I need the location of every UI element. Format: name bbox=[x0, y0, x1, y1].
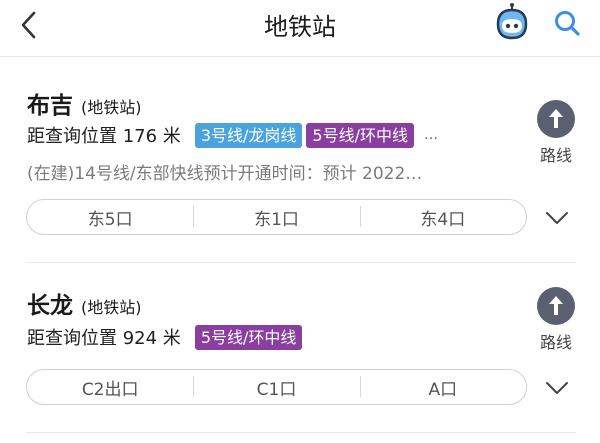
station-card[interactable]: 长龙 (地铁站) 距查询位置 924 米 5号线/环中线 C2出口 C1口 A口 … bbox=[0, 286, 600, 426]
exit-item[interactable]: C2出口 bbox=[27, 375, 193, 400]
assistant-button[interactable] bbox=[492, 2, 532, 42]
station-name-row: 长龙 (地铁站) bbox=[27, 286, 142, 320]
distance-row: 距查询位置 924 米 5号线/环中线 bbox=[27, 324, 303, 350]
chevron-down-icon bbox=[546, 382, 568, 394]
distance-text: 距查询位置 176 米 bbox=[27, 126, 181, 147]
station-name: 长龙 bbox=[27, 293, 73, 319]
expand-button[interactable] bbox=[542, 376, 572, 400]
chevron-down-icon bbox=[546, 212, 568, 224]
route-circle bbox=[537, 287, 575, 325]
line-badge: 5号线/环中线 bbox=[194, 324, 303, 350]
distance-row: 距查询位置 176 米 3号线/龙岗线 5号线/环中线 … bbox=[27, 122, 439, 148]
route-label: 路线 bbox=[539, 146, 572, 165]
station-name-row: 布吉 (地铁站) bbox=[27, 86, 142, 120]
exit-item[interactable]: 东4口 bbox=[359, 205, 526, 230]
station-name: 布吉 bbox=[27, 93, 73, 119]
search-icon bbox=[555, 11, 580, 36]
header-bar: 地铁站 bbox=[0, 0, 600, 54]
expand-button[interactable] bbox=[542, 206, 572, 230]
header-divider bbox=[0, 56, 600, 57]
exit-item[interactable]: A口 bbox=[359, 375, 526, 400]
route-button[interactable]: 路线 bbox=[534, 100, 578, 165]
direction-arrow-icon bbox=[549, 109, 563, 128]
line-badge: 3号线/龙岗线 bbox=[194, 122, 303, 148]
line-badge: 5号线/环中线 bbox=[306, 122, 414, 148]
robot-icon bbox=[496, 3, 528, 40]
distance-text: 距查询位置 924 米 bbox=[27, 328, 181, 349]
route-button[interactable]: 路线 bbox=[534, 287, 578, 352]
search-button[interactable] bbox=[551, 7, 583, 39]
exit-item[interactable]: 东1口 bbox=[193, 205, 359, 230]
exit-list: 东5口 东1口 东4口 bbox=[26, 199, 527, 235]
exit-item[interactable]: C1口 bbox=[193, 375, 359, 400]
more-lines-indicator: … bbox=[423, 127, 439, 143]
station-divider bbox=[26, 432, 576, 433]
station-divider bbox=[26, 262, 576, 263]
station-type: (地铁站) bbox=[81, 98, 142, 117]
route-circle bbox=[537, 100, 575, 138]
station-type: (地铁站) bbox=[81, 298, 142, 317]
construction-note: (在建)14号线/东部快线预计开通时间：预计 2022… bbox=[27, 164, 423, 184]
exit-list: C2出口 C1口 A口 bbox=[26, 369, 527, 405]
route-label: 路线 bbox=[539, 333, 572, 352]
direction-arrow-icon bbox=[549, 296, 563, 315]
exit-item[interactable]: 东5口 bbox=[27, 205, 193, 230]
station-card[interactable]: 布吉 (地铁站) 距查询位置 176 米 3号线/龙岗线 5号线/环中线 … (在… bbox=[0, 86, 600, 256]
